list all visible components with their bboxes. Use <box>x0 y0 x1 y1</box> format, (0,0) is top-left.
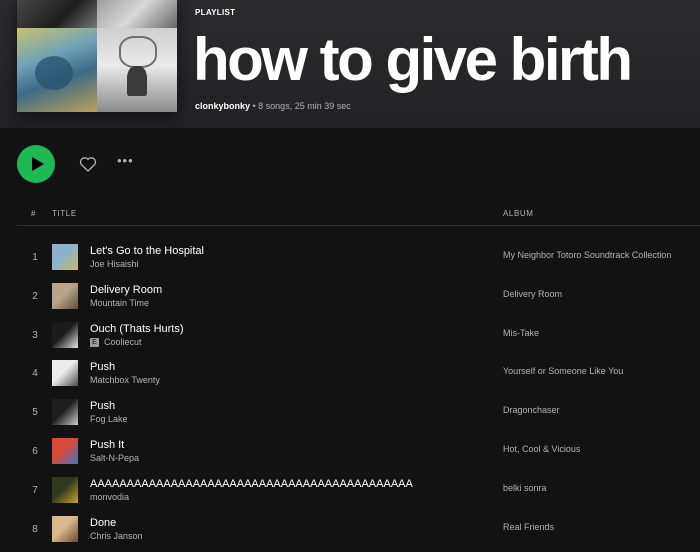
track-album[interactable]: Yourself or Someone Like You <box>503 366 623 376</box>
track-thumbnail <box>52 399 78 426</box>
track-artist[interactable]: Matchbox Twenty <box>90 375 160 385</box>
track-title[interactable]: Push It <box>90 439 124 451</box>
track-number: 2 <box>32 290 38 302</box>
track-thumbnail <box>52 476 78 503</box>
playlist-cover[interactable] <box>17 0 177 112</box>
track-album[interactable]: Real Friends <box>503 522 554 532</box>
track-artist[interactable]: Joe Hisaishi <box>90 259 139 269</box>
track-row[interactable]: 8 Done Chris Janson Real Friends <box>0 513 700 552</box>
track-artist-line: Salt-N-Pepa <box>90 453 139 463</box>
playlist-header: PLAYLIST how to give birth clonkybonky •… <box>0 0 700 128</box>
track-title[interactable]: Push <box>90 400 115 412</box>
more-options-button[interactable]: ••• <box>117 153 134 168</box>
track-thumbnail <box>52 321 78 348</box>
play-button[interactable] <box>17 145 55 183</box>
track-title[interactable]: Ouch (Thats Hurts) <box>90 323 184 335</box>
track-row[interactable]: 2 Delivery Room Mountain Time Delivery Room <box>0 280 700 319</box>
track-number: 5 <box>32 407 38 419</box>
track-album[interactable]: My Neighbor Totoro Soundtrack Collection <box>503 250 671 260</box>
track-thumbnail <box>52 438 78 464</box>
track-number: 6 <box>32 446 38 457</box>
track-artist-line: Fog Lake <box>90 414 128 424</box>
track-artist[interactable]: Chris Janson <box>90 531 143 541</box>
track-artist-line: Mountain Time <box>90 298 149 308</box>
track-artist-line: Joe Hisaishi <box>90 259 139 269</box>
cover-tile <box>97 0 177 28</box>
track-artist[interactable]: Cooliecut <box>104 337 142 347</box>
track-artist-line: monvodia <box>90 492 129 502</box>
cover-tile <box>17 0 97 28</box>
track-title[interactable]: Delivery Room <box>90 284 162 296</box>
track-artist[interactable]: Salt-N-Pepa <box>90 453 139 463</box>
column-header-album[interactable]: ALBUM <box>503 209 534 218</box>
cover-tile <box>97 28 177 112</box>
track-title[interactable]: Push <box>90 361 115 373</box>
track-album[interactable]: Mis-Take <box>503 328 539 338</box>
column-header-index: # <box>31 209 37 218</box>
track-thumbnail <box>52 360 78 387</box>
track-thumbnail <box>52 282 78 309</box>
track-number: 8 <box>32 523 38 535</box>
page-title[interactable]: how to give birth <box>193 22 633 98</box>
playlist-summary: • 8 songs, 25 min 39 sec <box>250 101 351 111</box>
track-thumbnail <box>52 244 78 270</box>
track-album[interactable]: Delivery Room <box>503 289 562 299</box>
track-title[interactable]: Done <box>90 517 116 529</box>
track-artist[interactable]: Mountain Time <box>90 298 149 308</box>
track-row[interactable]: 5 Push Fog Lake Dragonchaser <box>0 396 700 435</box>
track-album[interactable]: belki sonra <box>503 483 547 493</box>
playlist-owner-link[interactable]: clonkybonky <box>195 101 250 111</box>
track-row[interactable]: 6 Push It Salt-N-Pepa Hot, Cool & Vicious <box>0 435 700 474</box>
cover-tile <box>17 28 97 112</box>
header-divider <box>17 225 700 226</box>
track-row[interactable]: 3 Ouch (Thats Hurts) E Cooliecut Mis-Take <box>0 319 700 358</box>
track-number: 4 <box>32 368 38 380</box>
heart-icon[interactable] <box>78 154 98 174</box>
track-number: 7 <box>32 484 38 496</box>
track-artist[interactable]: monvodia <box>90 492 129 502</box>
explicit-badge: E <box>90 337 99 347</box>
column-header-title[interactable]: TITLE <box>52 209 77 218</box>
track-row[interactable]: 7 AAAAAAAAAAAAAAAAAAAAAAAAAAAAAAAAAAAAAAA… <box>0 474 700 513</box>
track-row[interactable]: 1 Let's Go to the Hospital Joe Hisaishi My … <box>0 241 700 280</box>
playlist-meta: clonkybonky • 8 songs, 25 min 39 sec <box>195 101 351 111</box>
track-number: 1 <box>32 252 38 263</box>
track-artist-line: Chris Janson <box>90 531 143 541</box>
track-title[interactable]: AAAAAAAAAAAAAAAAAAAAAAAAAAAAAAAAAAAAAAAA… <box>90 478 413 490</box>
track-artist[interactable]: Fog Lake <box>90 414 128 424</box>
playlist-type-label: PLAYLIST <box>195 8 236 17</box>
track-number: 3 <box>32 329 38 341</box>
track-album[interactable]: Hot, Cool & Vicious <box>503 444 580 454</box>
track-row[interactable]: 4 Push Matchbox Twenty Yourself or Someone … <box>0 357 700 396</box>
track-thumbnail <box>52 515 78 542</box>
track-album[interactable]: Dragonchaser <box>503 405 560 415</box>
track-artist-line: E Cooliecut <box>90 337 142 347</box>
track-artist-line: Matchbox Twenty <box>90 375 160 385</box>
track-title[interactable]: Let's Go to the Hospital <box>90 245 204 257</box>
